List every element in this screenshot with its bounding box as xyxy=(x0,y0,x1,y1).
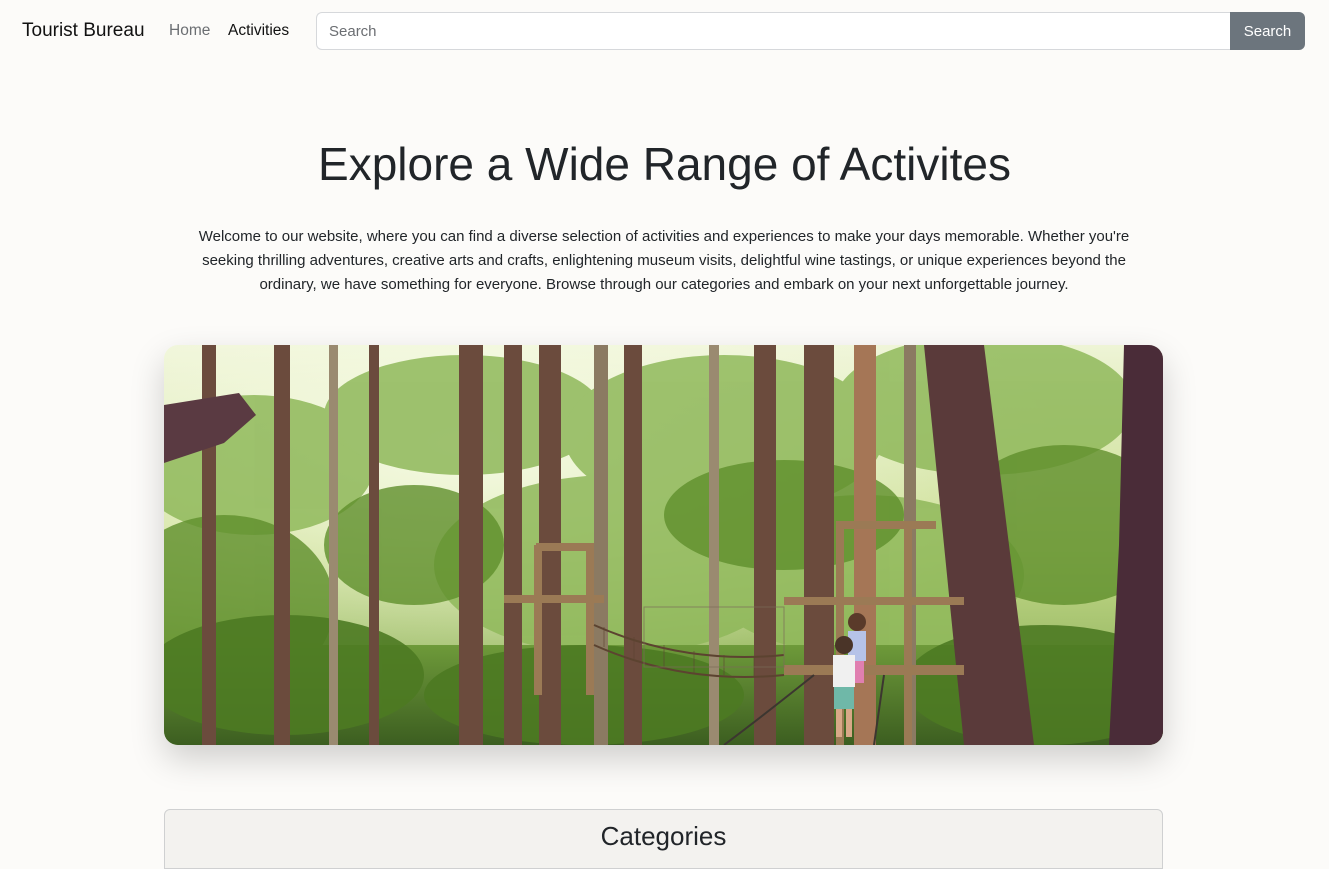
nav-link-activities[interactable]: Activities xyxy=(228,21,289,41)
hero-image-forest-rope-bridge xyxy=(164,345,1163,745)
search-input[interactable] xyxy=(316,12,1230,50)
intro-paragraph: Welcome to our website, where you can fi… xyxy=(198,228,1130,293)
nav-link-home[interactable]: Home xyxy=(169,21,210,41)
categories-heading: Categories xyxy=(600,821,727,851)
categories-section: Categories xyxy=(164,809,1163,869)
page-title: Explore a Wide Range of Activites xyxy=(318,138,1011,190)
top-navbar: Tourist Bureau Home Activities Search xyxy=(0,0,1329,62)
search-button[interactable]: Search xyxy=(1230,12,1305,50)
brand-link[interactable]: Tourist Bureau xyxy=(22,19,145,43)
